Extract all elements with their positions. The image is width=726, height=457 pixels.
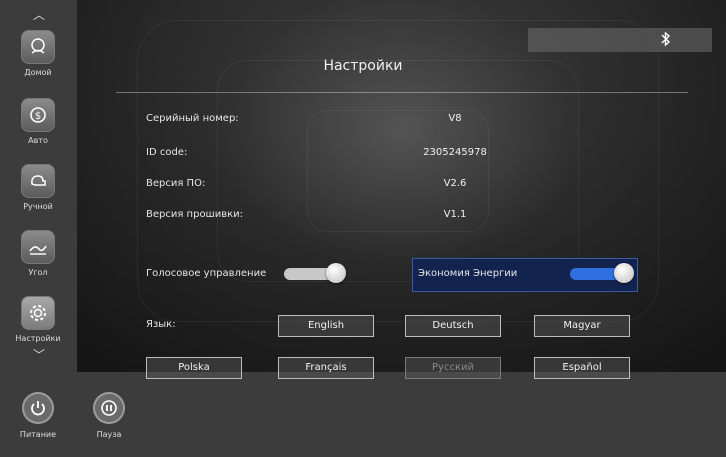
toggle-knob (614, 263, 634, 283)
sidebar-item-angle[interactable]: Угол (12, 230, 64, 288)
voice-control-label: Голосовое управление (146, 268, 267, 279)
pause-button[interactable]: Пауза (89, 392, 129, 439)
title-divider (116, 92, 688, 93)
language-francais-button[interactable]: Français (278, 357, 374, 379)
serial-number-value: V8 (448, 113, 462, 124)
voice-control-toggle[interactable] (284, 263, 346, 283)
firmware-version-value: V1.1 (443, 209, 467, 220)
power-label: Питание (19, 430, 57, 439)
status-bar (528, 28, 712, 52)
id-code-label: ID code: (146, 147, 188, 158)
sidebar-item-settings[interactable]: Настройки (12, 296, 64, 354)
sidebar-item-label: Авто (28, 136, 48, 145)
pause-icon (93, 392, 125, 424)
bluetooth-icon[interactable] (660, 31, 672, 51)
language-english-button[interactable]: English (278, 315, 374, 337)
serial-number-label: Серийный номер: (146, 113, 239, 124)
language-deutsch-button[interactable]: Deutsch (405, 315, 501, 337)
language-label: Язык: (146, 319, 176, 330)
angle-icon (21, 230, 55, 264)
toggle-knob (326, 263, 346, 283)
power-button[interactable]: Питание (18, 392, 58, 439)
energy-saving-label: Экономия Энергии (418, 268, 518, 279)
sidebar-item-label: Ручной (23, 202, 53, 211)
id-code-value: 2305245978 (423, 147, 487, 158)
sidebar-item-label: Угол (28, 268, 48, 277)
scroll-down-arrow-icon[interactable]: ﹀ (27, 348, 51, 362)
scroll-up-arrow-icon[interactable]: ︿ (27, 8, 51, 22)
power-icon (22, 392, 54, 424)
svg-text:$: $ (35, 111, 41, 122)
manual-icon (21, 164, 55, 198)
firmware-version-label: Версия прошивки: (146, 209, 244, 220)
pause-label: Пауза (96, 430, 122, 439)
auto-icon: $ (21, 98, 55, 132)
sidebar-item-label: Настройки (15, 334, 61, 343)
language-espanol-button[interactable]: Español (534, 357, 630, 379)
language-polska-button[interactable]: Polska (146, 357, 242, 379)
software-version-value: V2.6 (443, 178, 467, 189)
software-version-label: Версия ПО: (146, 178, 206, 189)
page-title: Настройки (323, 58, 403, 74)
language-russian-button[interactable]: Русский (405, 357, 501, 379)
sidebar-item-auto[interactable]: $ Авто (12, 98, 64, 156)
energy-saving-toggle[interactable] (570, 263, 634, 283)
gear-icon (21, 296, 55, 330)
sidebar-item-manual[interactable]: Ручной (12, 164, 64, 222)
language-magyar-button[interactable]: Magyar (534, 315, 630, 337)
